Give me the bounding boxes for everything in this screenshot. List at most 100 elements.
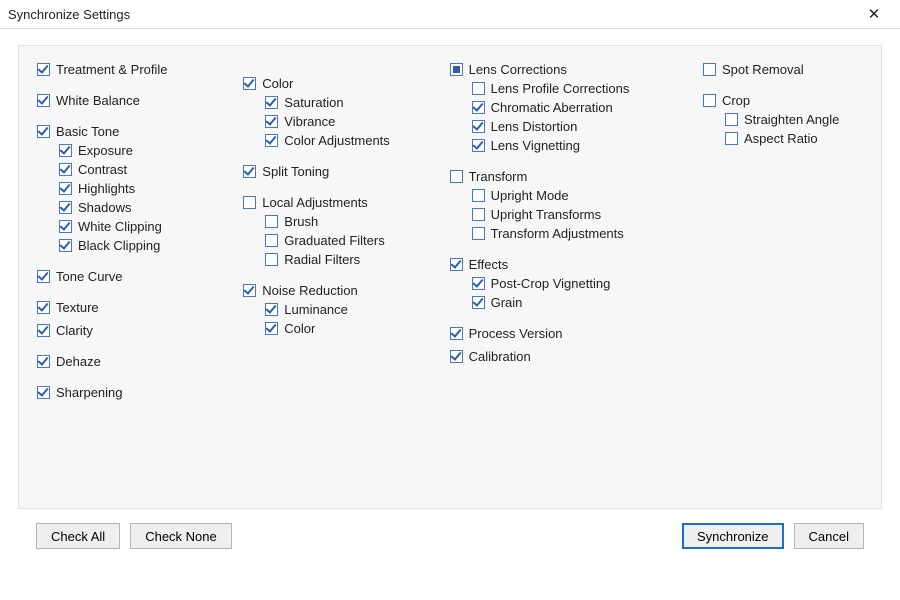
checkbox-white-clipping[interactable]: [59, 220, 72, 233]
label-clarity[interactable]: Clarity: [56, 323, 93, 338]
checkbox-black-clipping[interactable]: [59, 239, 72, 252]
label-upright-transforms[interactable]: Upright Transforms: [491, 207, 602, 222]
label-transform[interactable]: Transform: [469, 169, 528, 184]
checkbox-basic-tone[interactable]: [37, 125, 50, 138]
label-noise-reduction[interactable]: Noise Reduction: [262, 283, 357, 298]
label-grain[interactable]: Grain: [491, 295, 523, 310]
label-color[interactable]: Color: [262, 76, 293, 91]
label-crop[interactable]: Crop: [722, 93, 750, 108]
close-icon[interactable]: ✕: [854, 0, 894, 28]
checkbox-split-toning[interactable]: [243, 165, 256, 178]
label-lens-profile-corrections[interactable]: Lens Profile Corrections: [491, 81, 630, 96]
checkbox-saturation[interactable]: [265, 96, 278, 109]
checkbox-exposure[interactable]: [59, 144, 72, 157]
label-post-crop-vignetting[interactable]: Post-Crop Vignetting: [491, 276, 611, 291]
checkbox-color-adjustments[interactable]: [265, 134, 278, 147]
label-sharpening[interactable]: Sharpening: [56, 385, 123, 400]
dialog-body: Treatment & Profile White Balance Basic To…: [0, 29, 900, 561]
label-aspect-ratio[interactable]: Aspect Ratio: [744, 131, 818, 146]
checkbox-lens-vignetting[interactable]: [472, 139, 485, 152]
checkbox-post-crop-vignetting[interactable]: [472, 277, 485, 290]
label-basic-tone[interactable]: Basic Tone: [56, 124, 119, 139]
group-tone-curve: Tone Curve: [37, 267, 225, 286]
checkbox-dehaze[interactable]: [37, 355, 50, 368]
label-texture[interactable]: Texture: [56, 300, 99, 315]
label-shadows[interactable]: Shadows: [78, 200, 131, 215]
check-all-button[interactable]: Check All: [36, 523, 120, 549]
checkbox-chromatic-aberration[interactable]: [472, 101, 485, 114]
label-lens-vignetting[interactable]: Lens Vignetting: [491, 138, 580, 153]
label-upright-mode[interactable]: Upright Mode: [491, 188, 569, 203]
checkbox-brush[interactable]: [265, 215, 278, 228]
label-vibrance[interactable]: Vibrance: [284, 114, 335, 129]
checkbox-crop[interactable]: [703, 94, 716, 107]
checkbox-texture[interactable]: [37, 301, 50, 314]
label-treatment-profile[interactable]: Treatment & Profile: [56, 62, 168, 77]
checkbox-noise-reduction[interactable]: [243, 284, 256, 297]
group-white-balance: White Balance: [37, 91, 225, 110]
checkbox-lens-corrections[interactable]: [450, 63, 463, 76]
checkbox-upright-mode[interactable]: [472, 189, 485, 202]
check-none-button[interactable]: Check None: [130, 523, 232, 549]
checkbox-contrast[interactable]: [59, 163, 72, 176]
label-spot-removal[interactable]: Spot Removal: [722, 62, 804, 77]
checkbox-shadows[interactable]: [59, 201, 72, 214]
checkbox-vibrance[interactable]: [265, 115, 278, 128]
checkbox-treatment-profile[interactable]: [37, 63, 50, 76]
label-black-clipping[interactable]: Black Clipping: [78, 238, 160, 253]
checkbox-process-version[interactable]: [450, 327, 463, 340]
checkbox-spot-removal[interactable]: [703, 63, 716, 76]
checkbox-graduated-filters[interactable]: [265, 234, 278, 247]
group-dehaze: Dehaze: [37, 352, 225, 371]
label-process-version[interactable]: Process Version: [469, 326, 563, 341]
checkbox-grain[interactable]: [472, 296, 485, 309]
label-effects[interactable]: Effects: [469, 257, 509, 272]
checkbox-upright-transforms[interactable]: [472, 208, 485, 221]
label-color[interactable]: Color: [284, 321, 315, 336]
label-saturation[interactable]: Saturation: [284, 95, 343, 110]
label-radial-filters[interactable]: Radial Filters: [284, 252, 360, 267]
column-4: Spot Removal Crop Straighten Angle Aspect R…: [703, 60, 863, 468]
checkbox-clarity[interactable]: [37, 324, 50, 337]
checkbox-tone-curve[interactable]: [37, 270, 50, 283]
label-white-clipping[interactable]: White Clipping: [78, 219, 162, 234]
checkbox-calibration[interactable]: [450, 350, 463, 363]
checkbox-lens-profile-corrections[interactable]: [472, 82, 485, 95]
label-exposure[interactable]: Exposure: [78, 143, 133, 158]
label-color-adjustments[interactable]: Color Adjustments: [284, 133, 390, 148]
label-dehaze[interactable]: Dehaze: [56, 354, 101, 369]
checkbox-straighten-angle[interactable]: [725, 113, 738, 126]
checkbox-effects[interactable]: [450, 258, 463, 271]
label-lens-distortion[interactable]: Lens Distortion: [491, 119, 578, 134]
cancel-button[interactable]: Cancel: [794, 523, 864, 549]
label-white-balance[interactable]: White Balance: [56, 93, 140, 108]
label-calibration[interactable]: Calibration: [469, 349, 531, 364]
label-local-adjustments[interactable]: Local Adjustments: [262, 195, 368, 210]
label-brush[interactable]: Brush: [284, 214, 318, 229]
checkbox-transform-adjustments[interactable]: [472, 227, 485, 240]
checkbox-white-balance[interactable]: [37, 94, 50, 107]
label-chromatic-aberration[interactable]: Chromatic Aberration: [491, 100, 613, 115]
label-highlights[interactable]: Highlights: [78, 181, 135, 196]
label-contrast[interactable]: Contrast: [78, 162, 127, 177]
checkbox-color[interactable]: [265, 322, 278, 335]
checkbox-color[interactable]: [243, 77, 256, 90]
label-luminance[interactable]: Luminance: [284, 302, 348, 317]
group-lens-corrections: Lens Corrections Lens Profile Corrections…: [450, 60, 685, 155]
label-graduated-filters[interactable]: Graduated Filters: [284, 233, 384, 248]
checkbox-sharpening[interactable]: [37, 386, 50, 399]
window-title: Synchronize Settings: [8, 7, 130, 22]
checkbox-local-adjustments[interactable]: [243, 196, 256, 209]
checkbox-luminance[interactable]: [265, 303, 278, 316]
label-straighten-angle[interactable]: Straighten Angle: [744, 112, 839, 127]
label-tone-curve[interactable]: Tone Curve: [56, 269, 122, 284]
synchronize-button[interactable]: Synchronize: [682, 523, 784, 549]
label-lens-corrections[interactable]: Lens Corrections: [469, 62, 567, 77]
checkbox-radial-filters[interactable]: [265, 253, 278, 266]
label-split-toning[interactable]: Split Toning: [262, 164, 329, 179]
checkbox-highlights[interactable]: [59, 182, 72, 195]
checkbox-lens-distortion[interactable]: [472, 120, 485, 133]
checkbox-aspect-ratio[interactable]: [725, 132, 738, 145]
label-transform-adjustments[interactable]: Transform Adjustments: [491, 226, 624, 241]
checkbox-transform[interactable]: [450, 170, 463, 183]
